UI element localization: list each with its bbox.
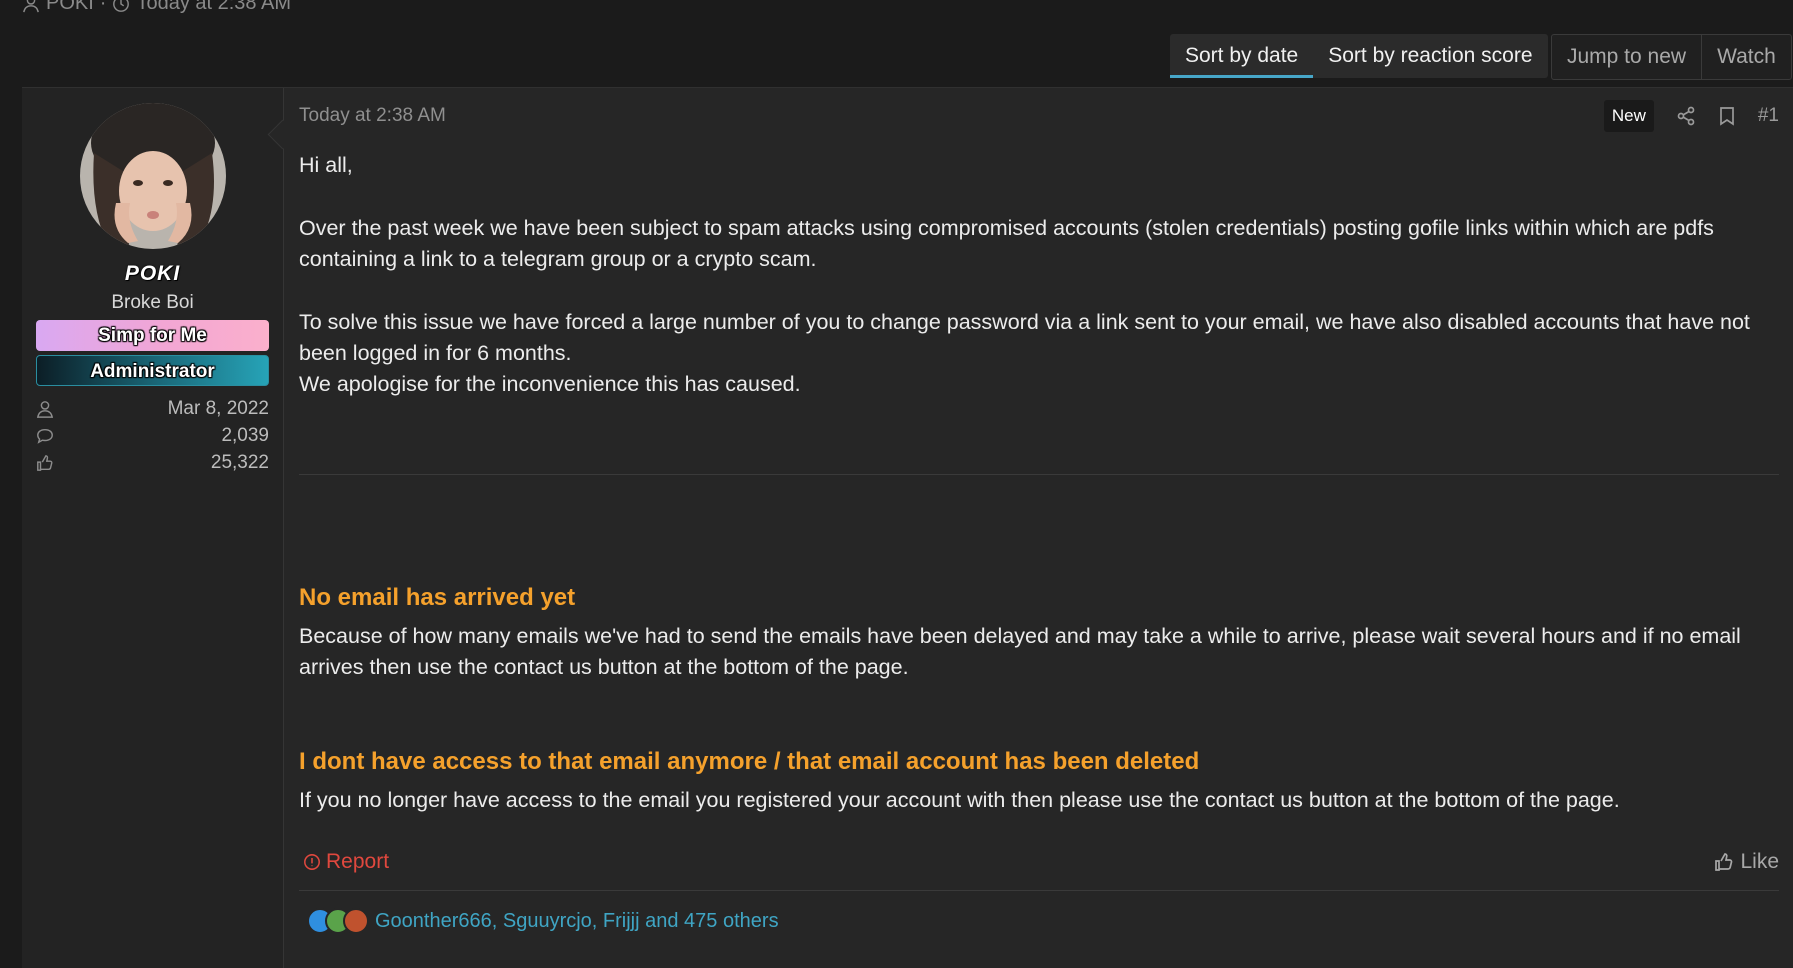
username[interactable]: POKI — [22, 262, 283, 286]
thumbs-up-icon — [1715, 853, 1733, 871]
like-button[interactable]: Like — [1714, 850, 1779, 874]
jump-to-new-button[interactable]: Jump to new — [1552, 35, 1701, 79]
watch-button[interactable]: Watch — [1701, 35, 1791, 79]
bookmark-icon[interactable] — [1718, 106, 1736, 126]
tab-sort-by-date[interactable]: Sort by date — [1170, 34, 1314, 78]
thread-actions: Jump to new Watch — [1551, 34, 1792, 80]
like-label: Like — [1740, 850, 1779, 873]
new-badge: New — [1603, 100, 1654, 132]
stat-messages-value: 2,039 — [221, 425, 269, 446]
thread-author[interactable]: POKI — [46, 0, 94, 15]
pepe-hat-reaction-icon — [343, 908, 369, 934]
share-icon[interactable] — [1676, 106, 1696, 126]
paragraph-no-email: Because of how many emails we've had to … — [299, 624, 1741, 679]
tab-sort-by-reaction[interactable]: Sort by reaction score — [1313, 34, 1547, 78]
user-title: Broke Boi — [111, 292, 194, 313]
user-icon — [23, 0, 39, 12]
stat-joined: Mar 8, 2022 — [36, 396, 269, 422]
user-banner-admin: Administrator — [36, 355, 269, 386]
report-link[interactable]: Report — [303, 850, 389, 874]
report-label: Report — [326, 850, 390, 873]
sort-tabs: Sort by date Sort by reaction score — [1170, 34, 1548, 78]
post-body: Hi all, Over the past week we have been … — [299, 150, 1779, 400]
alert-circle-icon — [304, 854, 320, 870]
avatar[interactable] — [80, 103, 226, 249]
heading-no-email: No email has arrived yet — [299, 584, 576, 611]
post-number[interactable]: #1 — [1758, 105, 1779, 127]
reaction-icons — [307, 908, 369, 934]
reactions-divider — [299, 890, 1779, 891]
message-post: POKI Broke Boi Simp for Me Administrator… — [22, 87, 1793, 968]
user-icon — [36, 401, 54, 418]
stat-reactions: 25,322 — [36, 450, 269, 476]
user-banner-simp: Simp for Me — [36, 320, 269, 351]
stat-joined-value: Mar 8, 2022 — [167, 398, 269, 419]
clock-icon — [113, 0, 130, 12]
paragraph-no-access: If you no longer have access to the emai… — [299, 788, 1620, 812]
reactions-bar: Goonther666, Sguuyrcjo, Frijjj and 475 o… — [307, 908, 779, 934]
divider — [299, 474, 1779, 475]
thread-meta: POKI · Today at 2:38 AM — [22, 0, 291, 15]
stat-messages: 2,039 — [36, 423, 269, 449]
post-paragraph-3: We apologise for the inconvenience this … — [299, 372, 801, 396]
speech-bubble-icon — [37, 428, 53, 444]
reacted-by-list[interactable]: Goonther666, Sguuyrcjo, Frijjj and 475 o… — [375, 910, 779, 933]
post-paragraph-2: To solve this issue we have forced a lar… — [299, 310, 1750, 365]
thumbs-up-icon — [37, 455, 53, 471]
meta-separator: · — [99, 0, 107, 14]
user-cell: POKI Broke Boi Simp for Me Administrator… — [22, 88, 284, 968]
post-date[interactable]: Today at 2:38 AM — [299, 105, 446, 127]
post-paragraph-1: Over the past week we have been subject … — [299, 216, 1714, 271]
stat-reactions-value: 25,322 — [210, 452, 269, 473]
post-greeting: Hi all, — [299, 153, 353, 177]
thread-time: Today at 2:38 AM — [136, 0, 292, 14]
heading-no-access: I dont have access to that email anymore… — [299, 748, 1200, 775]
post-meta: New #1 — [1603, 100, 1779, 132]
